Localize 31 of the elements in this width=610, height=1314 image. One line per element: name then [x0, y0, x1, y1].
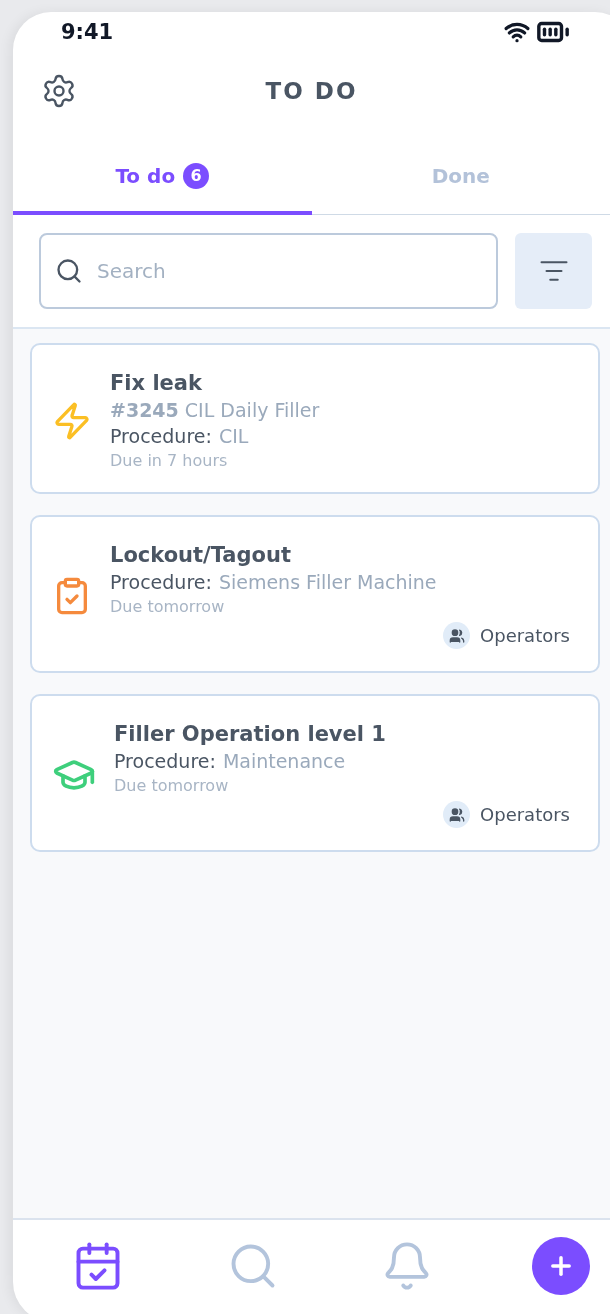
task-card[interactable]: Lockout/Tagout Procedure: Siemens Filler Machine Due tomorrow Operators — [30, 515, 600, 673]
task-card[interactable]: Filler Operation level 1 Procedure: Maintenance Due tomorrow Operators — [30, 694, 600, 852]
procedure-name: Siemens Filler Machine — [218, 571, 437, 593]
tab-label: To do — [115, 163, 176, 188]
task-title: Fix leak — [110, 371, 203, 395]
settings-icon — [41, 73, 77, 109]
add-button[interactable] — [531, 1237, 590, 1295]
page-title: TO DO — [265, 78, 358, 104]
tab-label: Done — [431, 163, 490, 188]
procedure-label: Procedure: — [110, 571, 212, 593]
due-text: Due in 7 hours — [110, 451, 229, 470]
tab[interactable]: To do 6 — [13, 130, 312, 215]
due-text: Due tomorrow — [110, 597, 226, 616]
task-reference: #3245 CIL Daily Filler — [110, 399, 321, 421]
search-field[interactable]: Search — [39, 233, 498, 309]
task-card[interactable]: Fix leak #3245 CIL Daily Filler Procedure: CIL Due in 7 hours — [30, 343, 600, 494]
people-icon — [448, 627, 465, 644]
assignee-name: Operators — [480, 804, 570, 825]
procedure-label: Procedure: — [114, 750, 216, 772]
lightning-icon — [52, 400, 92, 441]
due-text: Due tomorrow — [114, 776, 230, 795]
people-icon — [448, 806, 465, 823]
task-title: Lockout/Tagout — [110, 543, 292, 567]
task-title: Filler Operation level 1 — [114, 722, 387, 746]
procedure-label: Procedure: — [110, 425, 212, 447]
status-time: 9:41 — [61, 20, 114, 44]
procedure-name: Maintenance — [222, 750, 346, 772]
assignee-name: Operators — [480, 625, 570, 646]
count-badge: 6 — [183, 162, 210, 189]
search-icon — [55, 257, 83, 285]
procedure-name: CIL — [218, 425, 249, 447]
